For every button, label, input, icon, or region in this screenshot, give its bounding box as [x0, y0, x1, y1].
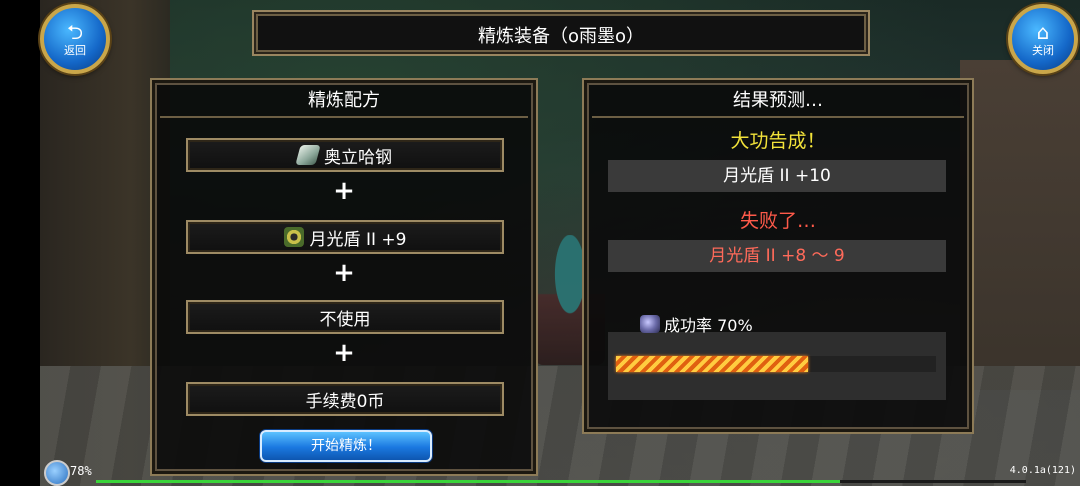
- fee-label: 手续费0币: [305, 391, 385, 412]
- rate-icon: [640, 315, 660, 333]
- battery-percent: 78%: [70, 464, 92, 478]
- equipment-slot[interactable]: 月光盾 II +9: [186, 220, 504, 254]
- ingot-icon: [295, 145, 321, 165]
- plus-sign: +: [333, 176, 355, 206]
- material-slot-ore[interactable]: 奥立哈钢: [186, 138, 504, 172]
- window-title: 精炼装备（o雨墨o）: [477, 26, 645, 47]
- fail-result-item: 月光盾 II +8 ～ 9: [608, 240, 946, 272]
- back-button[interactable]: ⮌ 返回: [40, 4, 110, 74]
- back-button-label: 返回: [64, 43, 86, 57]
- success-rate: 成功率 70%: [640, 312, 753, 336]
- recipe-panel-header: 精炼配方: [160, 86, 528, 118]
- success-rate-bar: [616, 356, 936, 372]
- success-rate-text: 成功率 70%: [664, 316, 753, 335]
- success-label: 大功告成！: [730, 130, 826, 152]
- success-result-item: 月光盾 II +10: [608, 160, 946, 192]
- scene-wall-right: [960, 60, 1080, 390]
- recipe-panel: 精炼配方 奥立哈钢 + 月光盾 II +9 + 不使用 + 手续费0币 开始精炼…: [150, 78, 538, 476]
- loading-bar: [96, 480, 1026, 483]
- fee-slot: 手续费0币: [186, 382, 504, 416]
- close-button[interactable]: ⌂ 关闭: [1008, 4, 1078, 74]
- plus-sign: +: [333, 338, 355, 368]
- success-rate-bar-fill: [616, 356, 808, 372]
- battery-icon: [44, 460, 70, 486]
- shield-icon: [283, 227, 304, 247]
- close-button-label: 关闭: [1032, 43, 1054, 57]
- home-icon: ⌂: [1036, 19, 1050, 44]
- equipment-slot-label: 月光盾 II +9: [309, 229, 407, 250]
- back-arrow-icon: ⮌: [66, 19, 84, 44]
- prediction-panel-header: 结果预测…: [592, 86, 964, 118]
- window-title-bar: 精炼装备（o雨墨o）: [252, 10, 870, 56]
- start-refine-button[interactable]: 开始精炼！: [260, 430, 432, 462]
- prediction-panel: 结果预测… 大功告成！ 月光盾 II +10 失败了… 月光盾 II +8 ～ …: [582, 78, 974, 434]
- catalyst-slot-label: 不使用: [319, 309, 371, 330]
- catalyst-slot[interactable]: 不使用: [186, 300, 504, 334]
- plus-sign: +: [333, 258, 355, 288]
- version-label: 4.0.1a(121): [1009, 465, 1076, 476]
- material-slot-ore-label: 奥立哈钢: [324, 147, 392, 168]
- fail-label: 失败了…: [739, 210, 816, 232]
- loading-bar-fill: [96, 480, 840, 483]
